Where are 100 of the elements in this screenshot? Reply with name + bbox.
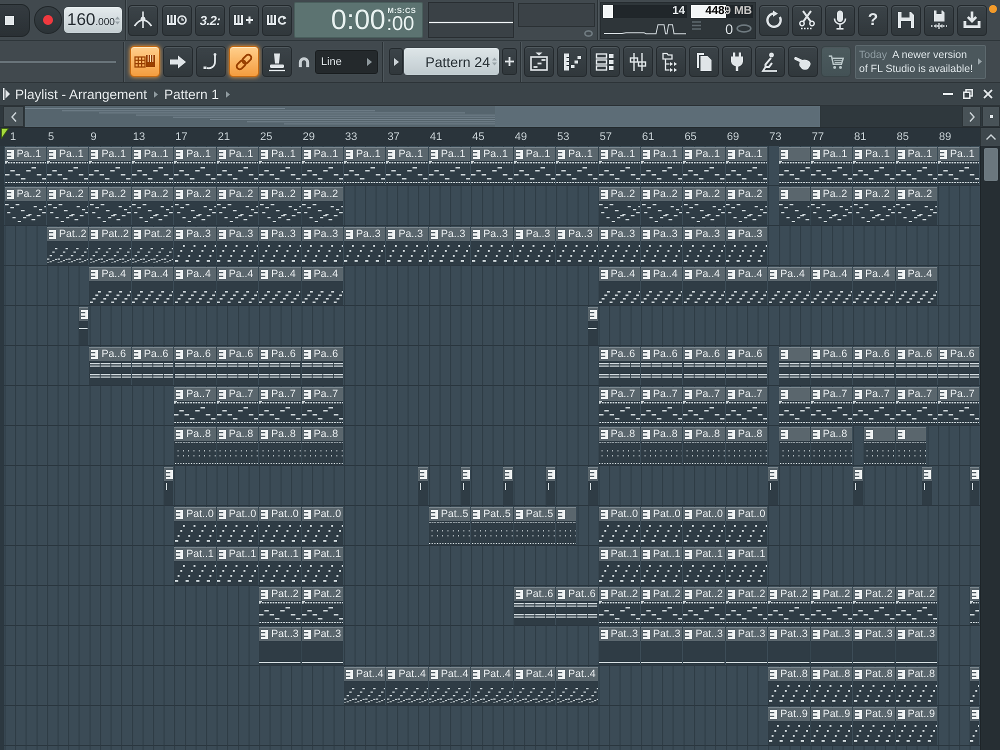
pattern-clip[interactable]: [164, 467, 174, 505]
pattern-clip[interactable]: Pa..3: [641, 227, 682, 265]
pattern-clip[interactable]: Pa..7: [810, 387, 852, 425]
pattern-clip[interactable]: Pat..3: [641, 627, 682, 665]
pattern-clip[interactable]: Pa..2: [174, 187, 216, 225]
pattern-clip[interactable]: Pa..2: [810, 187, 852, 225]
pattern-clip[interactable]: Pat..9: [853, 707, 895, 745]
pattern-clip[interactable]: Pa..1: [938, 147, 980, 185]
scroll-left-button[interactable]: [3, 106, 24, 127]
pattern-clip[interactable]: Pa..8: [641, 427, 682, 465]
pattern-clip[interactable]: Pa..6: [302, 347, 344, 385]
pattern-clip[interactable]: Pa..6: [259, 347, 301, 385]
piano-roll-button[interactable]: [557, 46, 587, 77]
pattern-clip[interactable]: Pa..6: [938, 347, 980, 385]
pattern-clip[interactable]: Pat..4: [471, 667, 513, 705]
pattern-clip[interactable]: [970, 587, 980, 625]
pattern-clip[interactable]: [768, 467, 778, 505]
pattern-clip[interactable]: Pat..4: [386, 667, 428, 705]
pattern-clip[interactable]: Pat..9: [768, 707, 810, 745]
pattern-clip[interactable]: Pa..3: [216, 227, 258, 265]
plugin-button[interactable]: [722, 46, 752, 77]
pattern-clip[interactable]: Pat..6: [514, 587, 556, 625]
pattern-clip[interactable]: Pat..2: [89, 227, 131, 265]
snap-dropdown[interactable]: Line: [315, 50, 378, 74]
step-edit-button[interactable]: [228, 4, 258, 36]
add-pattern-button[interactable]: [502, 48, 517, 75]
pattern-clip[interactable]: Pa..6: [174, 347, 216, 385]
pattern-clip[interactable]: Pat..0: [598, 507, 640, 545]
pattern-clip[interactable]: Pat..1: [598, 547, 640, 585]
pattern-clip[interactable]: Pa..3: [514, 227, 556, 265]
pattern-clip[interactable]: Pa..8: [216, 427, 258, 465]
tempo-field[interactable]: 160.000: [64, 7, 122, 33]
pattern-clip[interactable]: Pat..3: [853, 627, 895, 665]
pattern-clip[interactable]: Pa..1: [853, 147, 895, 185]
pattern-selector[interactable]: Pattern 24: [404, 48, 499, 75]
pattern-clip[interactable]: Pa..7: [216, 387, 258, 425]
pattern-clip[interactable]: Pat..5: [514, 507, 556, 545]
pattern-clip[interactable]: Pat..9: [810, 707, 852, 745]
pattern-clip[interactable]: [778, 387, 810, 425]
pattern-clip[interactable]: Pat..2: [896, 587, 937, 625]
pattern-clip[interactable]: Pat..0: [726, 507, 768, 545]
pattern-clip[interactable]: Pa..1: [132, 147, 174, 185]
pattern-clip[interactable]: Pat..3: [302, 627, 344, 665]
pattern-clip[interactable]: Pa..4: [216, 267, 258, 305]
pattern-clip[interactable]: Pat..1: [216, 547, 258, 585]
pattern-clip[interactable]: Pa..8: [810, 427, 852, 465]
pattern-clip[interactable]: Pa..8: [726, 427, 768, 465]
help-button[interactable]: ?: [858, 4, 888, 36]
pattern-clip[interactable]: Pat..5: [471, 507, 513, 545]
pattern-clip[interactable]: Pat..1: [641, 547, 682, 585]
pattern-clip[interactable]: Pa..7: [726, 387, 768, 425]
pattern-clip[interactable]: Pat..9: [896, 707, 937, 745]
download-button[interactable]: [957, 4, 987, 36]
pattern-clip[interactable]: Pa..1: [683, 147, 725, 185]
pattern-clip[interactable]: [460, 467, 470, 505]
pattern-clip[interactable]: Pa..7: [641, 387, 682, 425]
pattern-clip[interactable]: [970, 707, 980, 745]
pattern-clip[interactable]: Pa..7: [683, 387, 725, 425]
wait-record-button[interactable]: [162, 4, 192, 36]
microphone-button[interactable]: [825, 4, 855, 36]
pattern-clip[interactable]: Pa..6: [896, 347, 937, 385]
pattern-clip[interactable]: Pat..1: [174, 547, 216, 585]
pattern-clip[interactable]: Pa..2: [683, 187, 725, 225]
pattern-clip[interactable]: [778, 347, 810, 385]
pattern-clip[interactable]: Pa..4: [302, 267, 344, 305]
pattern-clip[interactable]: Pat..1: [259, 547, 301, 585]
pattern-clip[interactable]: Pa..7: [174, 387, 216, 425]
pattern-clip[interactable]: Pat..0: [259, 507, 301, 545]
pattern-clip[interactable]: Pat..2: [683, 587, 725, 625]
pattern-clip[interactable]: Pa..8: [174, 427, 216, 465]
pattern-clip[interactable]: Pat..3: [768, 627, 810, 665]
pattern-clip[interactable]: Pa..4: [726, 267, 768, 305]
pattern-clip[interactable]: Pa..3: [302, 227, 344, 265]
pattern-clip[interactable]: [503, 467, 513, 505]
pattern-clip[interactable]: Pa..4: [683, 267, 725, 305]
step-sequencer-button[interactable]: [524, 46, 554, 77]
link-tool-button[interactable]: [229, 46, 259, 77]
pattern-clip[interactable]: Pat..1: [683, 547, 725, 585]
pattern-clip[interactable]: [922, 467, 932, 505]
pattern-clip[interactable]: Pa..2: [726, 187, 768, 225]
pattern-clip[interactable]: Pat..3: [726, 627, 768, 665]
pattern-clip[interactable]: Pa..2: [641, 187, 682, 225]
mixer-button[interactable]: [623, 46, 653, 77]
pattern-clip[interactable]: [970, 467, 980, 505]
document-button[interactable]: [689, 46, 719, 77]
pattern-clip[interactable]: Pa..4: [89, 267, 131, 305]
pattern-clip[interactable]: Pat..6: [556, 587, 598, 625]
pattern-clip[interactable]: Pa..1: [428, 147, 470, 185]
pattern-clip[interactable]: [78, 307, 88, 345]
refresh-button[interactable]: [759, 4, 789, 36]
countdown-button[interactable]: 3.2:: [195, 4, 225, 36]
pattern-clip[interactable]: Pa..4: [259, 267, 301, 305]
pattern-clip[interactable]: Pat..4: [556, 667, 598, 705]
hand-button[interactable]: [788, 46, 818, 77]
loop-record-button[interactable]: [262, 4, 292, 36]
scrollbar-thumb[interactable]: [984, 148, 998, 181]
pattern-clip[interactable]: Pa..1: [641, 147, 682, 185]
pattern-clip[interactable]: [556, 507, 576, 545]
pattern-clip[interactable]: Pa..2: [896, 187, 937, 225]
pattern-clip[interactable]: Pa..3: [556, 227, 598, 265]
